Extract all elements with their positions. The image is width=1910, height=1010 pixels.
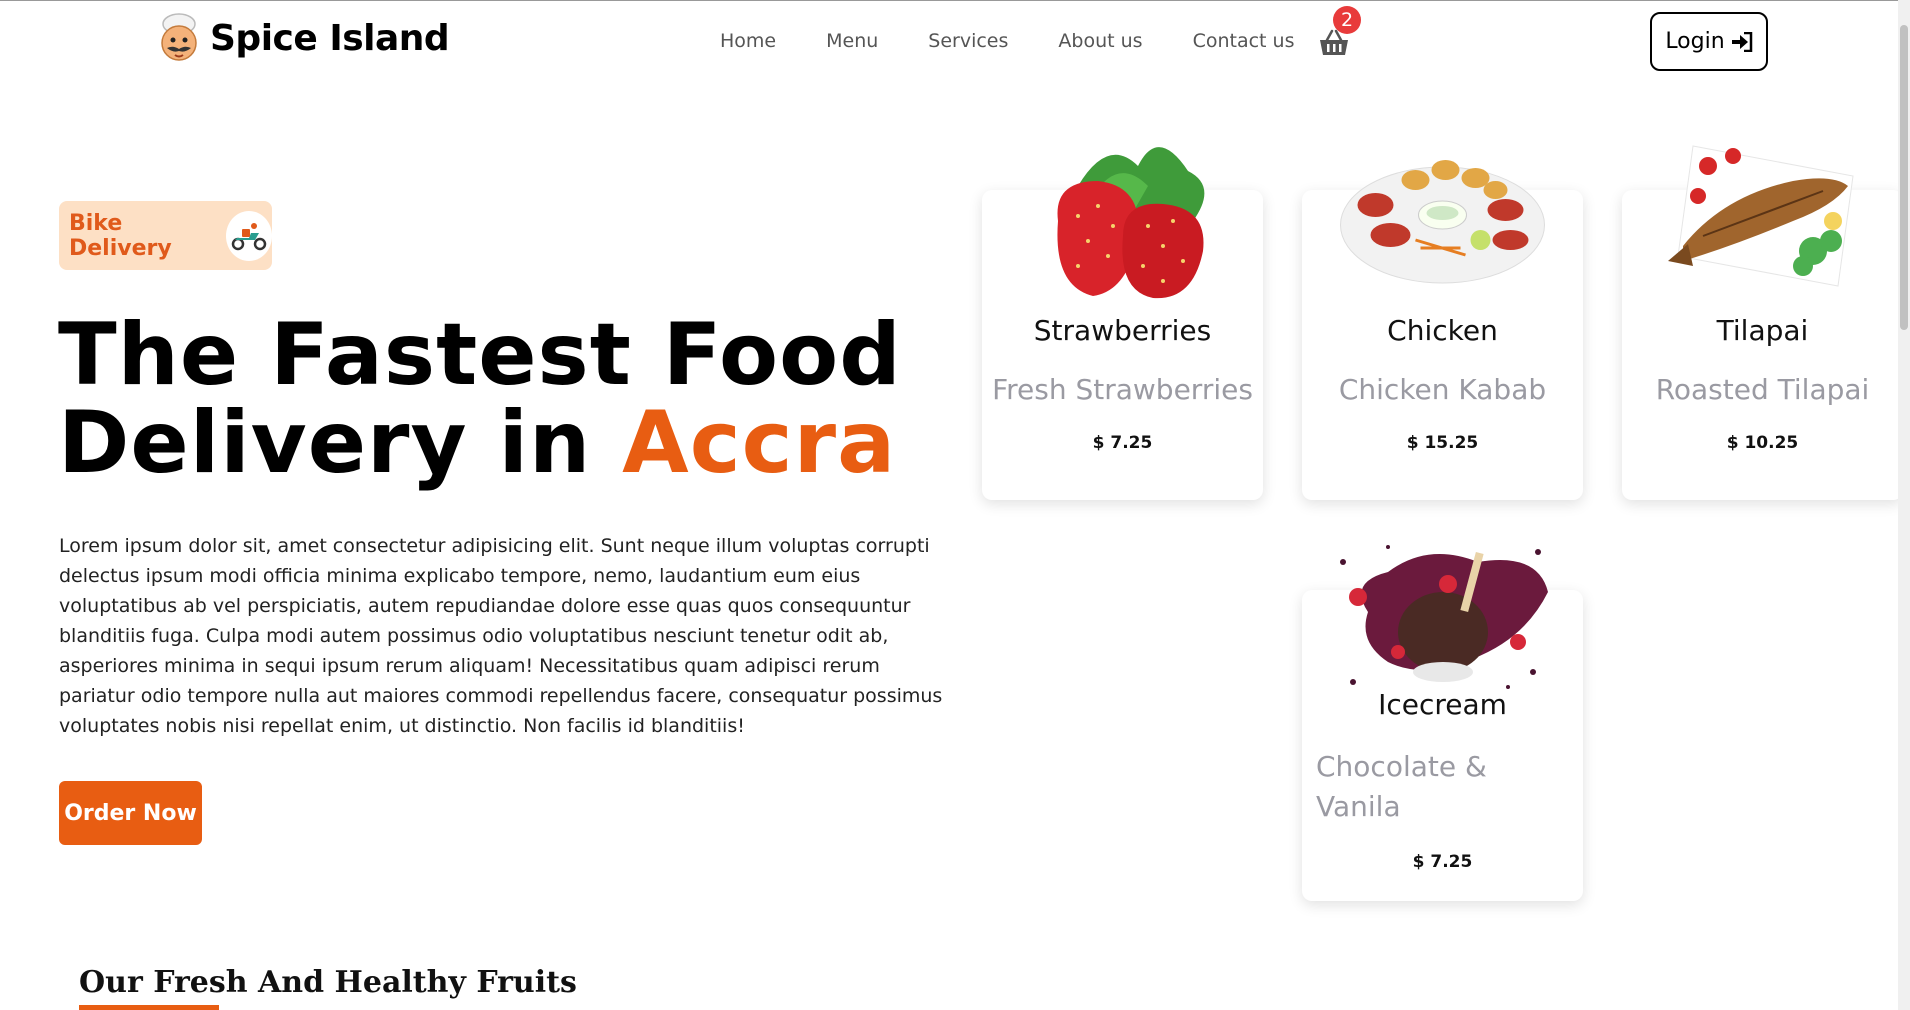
roasted-tilapia-image	[1663, 126, 1863, 296]
bike-delivery-label: Bike Delivery	[69, 210, 172, 261]
headline-accent-city: Accra	[622, 393, 897, 493]
card-description: Roasted Tilapai	[1655, 373, 1870, 406]
card-price: $ 7.25	[1412, 852, 1473, 872]
login-button[interactable]: Login	[1650, 12, 1768, 71]
nav-about-us[interactable]: About us	[1058, 30, 1142, 52]
card-title: Strawberries	[1033, 314, 1212, 347]
headline-line-2: Delivery in	[58, 393, 592, 493]
nav-home[interactable]: Home	[720, 30, 776, 52]
icecream-image	[1328, 522, 1558, 697]
chicken-kabab-image	[1335, 130, 1550, 290]
site-header: Spice Island Home Menu Services About us…	[0, 1, 1890, 85]
menu-card-tilapai[interactable]: Tilapai Roasted Tilapai $ 10.25	[1622, 145, 1903, 500]
brand[interactable]: Spice Island	[154, 12, 450, 64]
card-price: $ 10.25	[1726, 433, 1799, 453]
card-description: Chicken Kabab	[1338, 373, 1547, 406]
menu-card-chicken[interactable]: Chicken Chicken Kabab $ 15.25	[1302, 160, 1583, 500]
scrollbar-thumb[interactable]	[1900, 25, 1908, 330]
nav-contact-us[interactable]: Contact us	[1193, 30, 1295, 52]
card-price: $ 15.25	[1406, 433, 1479, 453]
headline-line-1: The Fastest Food	[58, 305, 902, 405]
chef-logo-icon	[154, 12, 204, 64]
bike-delivery-badge: Bike Delivery	[59, 201, 272, 270]
card-description: Chocolate & Vanila	[1316, 750, 1487, 823]
menu-card-icecream[interactable]: Icecream Chocolate & Vanila $ 7.25	[1302, 545, 1583, 901]
menu-card-strawberries[interactable]: Strawberries Fresh Strawberries $ 7.25	[982, 147, 1263, 500]
card-title: Icecream	[1378, 688, 1507, 721]
scooter-icon	[225, 210, 272, 261]
brand-name: Spice Island	[210, 17, 450, 59]
main-nav: Home Menu Services About us Contact us	[720, 30, 1344, 52]
section-title: Our Fresh And Healthy Fruits	[79, 965, 577, 1000]
login-label: Login	[1665, 29, 1725, 54]
hero-headline: The Fastest Food Delivery in Accra	[58, 311, 958, 487]
card-price: $ 7.25	[1092, 433, 1153, 453]
card-description: Fresh Strawberries	[992, 373, 1253, 406]
hero-description: Lorem ipsum dolor sit, amet consectetur …	[59, 535, 943, 737]
order-now-button[interactable]: Order Now	[59, 781, 202, 845]
strawberries-image	[1018, 126, 1228, 306]
card-title: Tilapai	[1716, 314, 1809, 347]
nav-menu[interactable]: Menu	[826, 30, 878, 52]
cart-count-badge: 2	[1333, 6, 1361, 34]
section-title-underline	[79, 1005, 219, 1010]
card-title: Chicken	[1387, 314, 1498, 347]
nav-services[interactable]: Services	[928, 30, 1008, 52]
sign-in-icon	[1731, 31, 1752, 52]
